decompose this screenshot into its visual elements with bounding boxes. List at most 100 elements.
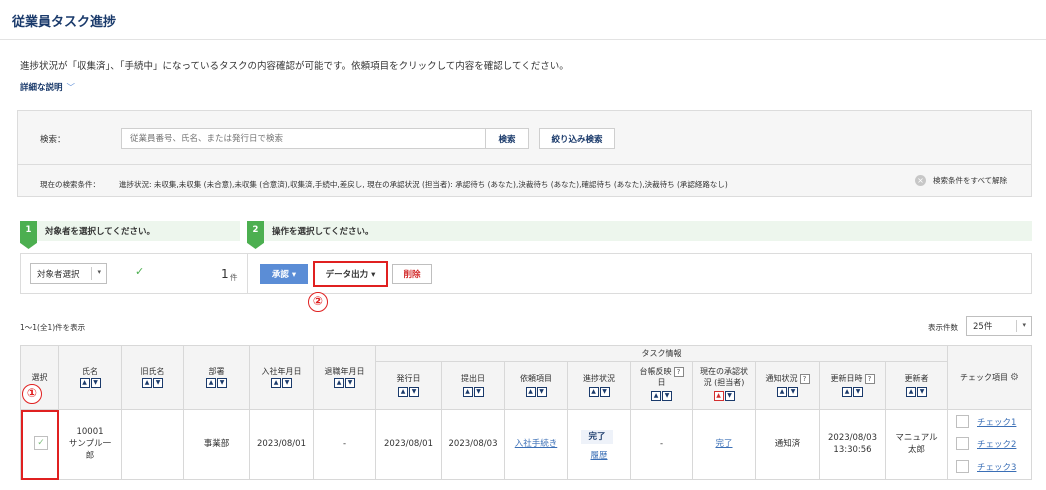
approve-button[interactable]: 承認 ▾ bbox=[260, 264, 308, 284]
sort-asc-icon[interactable]: ▲ bbox=[79, 378, 90, 388]
sort-asc-icon[interactable]: ▲ bbox=[906, 387, 916, 397]
sort-asc-icon[interactable]: ▲ bbox=[398, 387, 408, 397]
chevron-down-icon[interactable]: ▾ bbox=[1022, 321, 1026, 329]
header-approval-line1: 現在の承認状 bbox=[700, 367, 748, 376]
approval-link[interactable]: 完了 bbox=[693, 438, 755, 450]
per-page-select[interactable]: 25件 ▾ bbox=[966, 316, 1032, 336]
sort-desc-icon[interactable]: ▼ bbox=[473, 387, 484, 397]
check-item-checkbox[interactable] bbox=[956, 460, 969, 473]
check-item-checkbox[interactable] bbox=[956, 437, 969, 450]
sort-desc-icon[interactable]: ▼ bbox=[282, 378, 292, 388]
cell-issue-date-text: 2023/08/01 bbox=[384, 439, 433, 449]
select-target-label[interactable]: 対象者選択 bbox=[37, 270, 80, 280]
status-badge: 完了 bbox=[581, 430, 613, 444]
sort-buttons: ▲ ▼ bbox=[59, 378, 121, 388]
sort-asc-icon[interactable]: ▲ bbox=[777, 387, 787, 397]
cell-notice: 通知済 bbox=[756, 410, 820, 479]
step-1-bar: 1 対象者を選択してください。 bbox=[20, 221, 240, 249]
filter-search-button[interactable]: 絞り込み検索 bbox=[539, 128, 615, 149]
selected-count: 1 bbox=[221, 267, 229, 281]
data-export-button[interactable]: データ出力 ▾ bbox=[313, 261, 388, 287]
sort-desc-icon[interactable]: ▼ bbox=[90, 378, 101, 388]
sort-desc-icon[interactable]: ▼ bbox=[599, 387, 610, 397]
sort-desc-icon[interactable]: ▼ bbox=[788, 387, 798, 397]
header-task-group-label: タスク情報 bbox=[641, 349, 682, 358]
help-icon[interactable]: ? bbox=[799, 374, 810, 384]
header-ledger-date: 台帳反映? 日 ▲ ▼ bbox=[631, 362, 693, 410]
help-icon[interactable]: ? bbox=[864, 374, 875, 384]
per-page-value[interactable]: 25件 bbox=[973, 322, 992, 332]
sort-asc-icon[interactable]: ▲ bbox=[588, 387, 599, 397]
page-header: 従業員タスク進捗 bbox=[0, 0, 1046, 40]
sort-buttons: ▲ ▼ bbox=[376, 387, 441, 397]
detail-link-label[interactable]: 詳細な説明 bbox=[20, 83, 63, 93]
sort-asc-icon[interactable]: ▲ bbox=[651, 391, 661, 401]
check-item-link[interactable]: チェック2 bbox=[977, 438, 1016, 450]
check-item-link[interactable]: チェック1 bbox=[977, 416, 1016, 428]
sort-asc-icon[interactable]: ▲ bbox=[462, 387, 473, 397]
header-updated-at-label: 更新日時? bbox=[820, 374, 885, 384]
chevron-down-icon[interactable]: ﹀ bbox=[67, 83, 76, 93]
sort-desc-icon[interactable]: ▼ bbox=[217, 378, 227, 388]
sort-asc-icon[interactable]: ▲ bbox=[206, 378, 216, 388]
cell-ledger: - bbox=[631, 410, 693, 479]
sort-buttons: ▲ ▼ bbox=[631, 391, 692, 401]
sort-asc-icon[interactable]: ▲ bbox=[142, 378, 152, 388]
history-link[interactable]: 履歴 bbox=[568, 450, 630, 462]
clear-conditions-label[interactable]: 検索条件をすべて解除 bbox=[933, 175, 1007, 186]
help-icon[interactable]: ? bbox=[673, 367, 684, 377]
search-input[interactable] bbox=[121, 128, 486, 149]
step-2-bar: 2 操作を選択してください。 bbox=[247, 221, 1032, 249]
sort-desc-icon[interactable]: ▼ bbox=[153, 378, 163, 388]
clear-conditions-link[interactable]: × 検索条件をすべて解除 bbox=[915, 175, 1007, 186]
cell-approval: 完了 bbox=[693, 410, 756, 479]
check-item-1[interactable]: チェック1 bbox=[956, 415, 1036, 429]
sort-desc-icon[interactable]: ▼ bbox=[724, 391, 735, 401]
header-submit-date-label: 提出日 bbox=[461, 374, 485, 383]
search-divider bbox=[18, 164, 1031, 165]
cell-updater: マニュアル 太郎 bbox=[886, 410, 948, 479]
search-button[interactable]: 検索 bbox=[485, 128, 529, 149]
detail-link[interactable]: 詳細な説明 ﹀ bbox=[20, 81, 75, 93]
gear-icon[interactable]: ⚙ bbox=[1010, 372, 1019, 383]
sort-desc-icon[interactable]: ▼ bbox=[409, 387, 419, 397]
condition-text: 進捗状況: 未収集,未収集 (未合意),未収集 (合意済),収集済,手続中,差戻… bbox=[119, 180, 728, 189]
sort-asc-icon[interactable]: ▲ bbox=[842, 387, 852, 397]
cell-dept-text: 事業部 bbox=[203, 439, 230, 449]
sort-asc-icon[interactable]: ▲ bbox=[525, 387, 536, 397]
sort-buttons: ▲ ▼ bbox=[184, 378, 249, 388]
sort-desc-icon[interactable]: ▼ bbox=[345, 378, 355, 388]
close-circle-icon[interactable]: × bbox=[915, 175, 926, 186]
check-item-link[interactable]: チェック3 bbox=[977, 461, 1016, 473]
select-highlight-box bbox=[21, 410, 59, 480]
cell-updated-date: 2023/08/03 bbox=[828, 433, 877, 443]
sort-asc-icon[interactable]: ▲ bbox=[271, 378, 281, 388]
sort-asc-icon[interactable]: ▲ bbox=[334, 378, 344, 388]
cell-leave-date: - bbox=[314, 410, 376, 479]
request-item-link[interactable]: 入社手続き bbox=[505, 438, 567, 450]
sort-buttons: ▲ ▼ bbox=[756, 387, 819, 397]
sort-desc-icon[interactable]: ▼ bbox=[536, 387, 547, 397]
check-item-checkbox[interactable] bbox=[956, 415, 969, 428]
header-ledger-date-line1: 台帳反映 bbox=[639, 367, 672, 376]
header-check-items: チェック項目 ⚙ bbox=[948, 346, 1031, 410]
sort-buttons: ▲ ▼ bbox=[693, 391, 755, 401]
sort-desc-icon[interactable]: ▼ bbox=[853, 387, 863, 397]
delete-button[interactable]: 削除 bbox=[392, 264, 432, 284]
header-progress: 進捗状況 ▲ ▼ bbox=[568, 362, 631, 410]
cell-check-items: チェック1 チェック2 チェック3 bbox=[948, 410, 1031, 479]
cell-progress: 完了 履歴 bbox=[568, 410, 631, 479]
check-item-3[interactable]: チェック3 bbox=[956, 460, 1036, 474]
annotation-marker-1: ① bbox=[22, 384, 42, 404]
sort-desc-icon[interactable]: ▼ bbox=[662, 391, 672, 401]
header-check-items-label: チェック項目 ⚙ bbox=[948, 373, 1031, 383]
action-divider bbox=[247, 254, 248, 293]
cell-request-item: 入社手続き bbox=[505, 410, 568, 479]
sort-asc-icon[interactable]: ▲ bbox=[713, 391, 724, 401]
sort-desc-icon[interactable]: ▼ bbox=[917, 387, 927, 397]
chevron-down-icon[interactable]: ▾ bbox=[97, 268, 101, 276]
cell-leave-date-text: - bbox=[342, 439, 347, 449]
select-target-dropdown[interactable]: 対象者選択 ▾ bbox=[30, 263, 107, 284]
cell-submit-date: 2023/08/03 bbox=[442, 410, 505, 479]
check-item-2[interactable]: チェック2 bbox=[956, 437, 1036, 451]
